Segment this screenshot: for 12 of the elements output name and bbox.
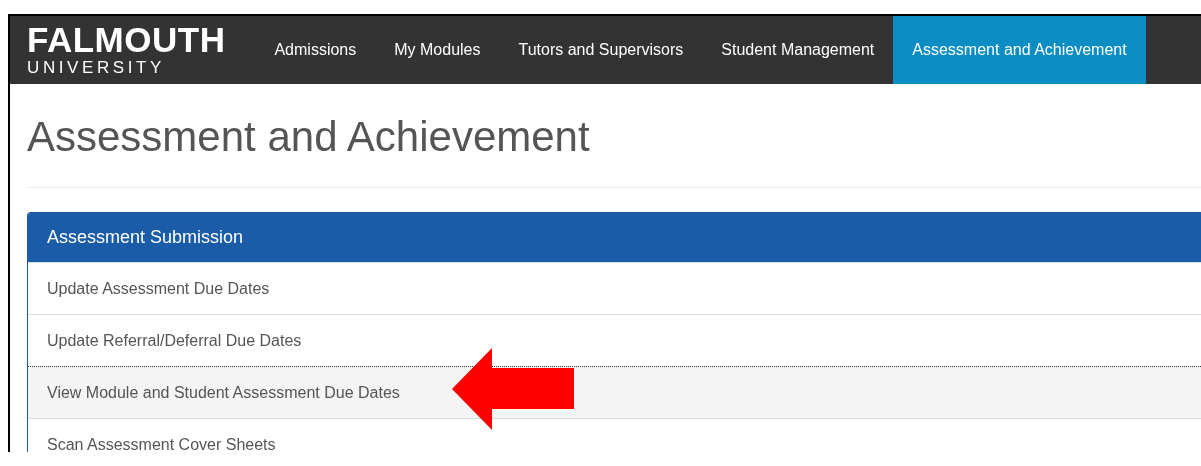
panel-link[interactable]: Scan Assessment Cover Sheets <box>28 418 1201 452</box>
page-title: Assessment and Achievement <box>27 112 591 161</box>
university-logo[interactable]: FALMOUTH UNIVERSITY <box>10 16 256 84</box>
panel-header: Assessment Submission <box>28 213 1201 262</box>
logo-subtitle: UNIVERSITY <box>27 57 167 77</box>
nav-tab[interactable]: My Modules <box>375 16 500 84</box>
panel-link[interactable]: View Module and Student Assessment Due Dates <box>28 366 1201 418</box>
nav-tab[interactable]: Tutors and Supervisors <box>499 16 703 84</box>
nav-tab[interactable]: Admissions <box>255 16 376 84</box>
nav-tab[interactable]: Assessment and Achievement <box>893 16 1146 84</box>
nav-tab[interactable]: Student Management <box>702 16 894 84</box>
logo-wordmark: FALMOUTH <box>27 23 226 56</box>
